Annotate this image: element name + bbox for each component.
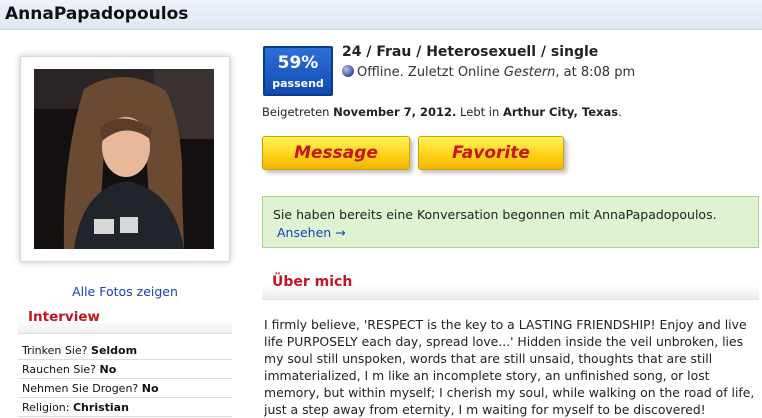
interview-item-smoking: Rauchen Sie? No: [18, 361, 232, 379]
profile-photo-frame[interactable]: [20, 56, 230, 262]
all-photos-link[interactable]: Alle Fotos zeigen: [20, 284, 230, 299]
joined-date: November 7, 2012.: [333, 105, 457, 119]
profile-photo-image: [34, 69, 214, 249]
match-percentage-badge: 59% passend: [263, 46, 333, 96]
message-button[interactable]: Message: [262, 136, 410, 170]
lives-label: Lebt in: [456, 105, 503, 119]
interview-row-text: Nehmen Sie Drogen? No: [22, 382, 159, 395]
interview-answer: No: [99, 363, 117, 376]
profile-title-bar: AnnaPapadopoulos: [0, 0, 762, 30]
view-conversation-link[interactable]: Ansehen →: [277, 225, 346, 240]
location: Arthur City, Texas: [502, 105, 619, 119]
conversation-notice: Sie haben bereits eine Konversation bego…: [262, 196, 759, 248]
interview-item-drinking: Trinken Sie? Seldom: [18, 342, 232, 360]
status-when: Gestern: [503, 65, 556, 80]
match-label: passend: [272, 77, 324, 90]
interview-item-religion: Religion: Christian: [18, 399, 232, 417]
interview-heading-label: Interview: [28, 309, 100, 325]
joined-label: Beigetreten: [262, 105, 334, 119]
profile-photo[interactable]: [34, 69, 214, 249]
profile-username: AnnaPapadopoulos: [5, 4, 189, 24]
interview-question: Trinken Sie?: [22, 344, 92, 357]
status-suffix: , at 8:08 pm: [555, 65, 636, 80]
interview-question: Nehmen Sie Drogen?: [22, 382, 142, 395]
about-section-heading: Über mich: [262, 268, 759, 300]
interview-answer: Christian: [72, 401, 129, 414]
match-percent: 59%: [277, 53, 319, 73]
status-prefix: Offline. Zuletzt Online: [357, 65, 504, 80]
interview-row-text: Religion: Christian: [22, 401, 129, 414]
interview-section-heading: Interview: [18, 304, 232, 334]
interview-row-text: Trinken Sie? Seldom: [22, 344, 137, 357]
interview-item-drugs: Nehmen Sie Drogen? No: [18, 380, 232, 398]
about-me-text: I firmly believe, 'RESPECT is the key to…: [264, 317, 755, 417]
favorite-button[interactable]: Favorite: [418, 136, 564, 170]
conversation-notice-text: Sie haben bereits eine Konversation bego…: [273, 207, 717, 222]
joined-info: Beigetreten November 7, 2012. Lebt in Ar…: [262, 105, 622, 119]
interview-answer: Seldom: [91, 344, 138, 357]
about-heading-label: Über mich: [272, 274, 353, 290]
interview-row-text: Rauchen Sie? No: [22, 363, 116, 376]
interview-answer: No: [141, 382, 159, 395]
joined-end: .: [618, 105, 622, 119]
online-status: Offline. Zuletzt Online Gestern, at 8:08…: [342, 65, 635, 80]
profile-summary: 24 / Frau / Heterosexuell / single: [342, 44, 599, 60]
status-dot-icon: [342, 65, 354, 77]
interview-question: Religion:: [22, 401, 73, 414]
interview-question: Rauchen Sie?: [22, 363, 100, 376]
